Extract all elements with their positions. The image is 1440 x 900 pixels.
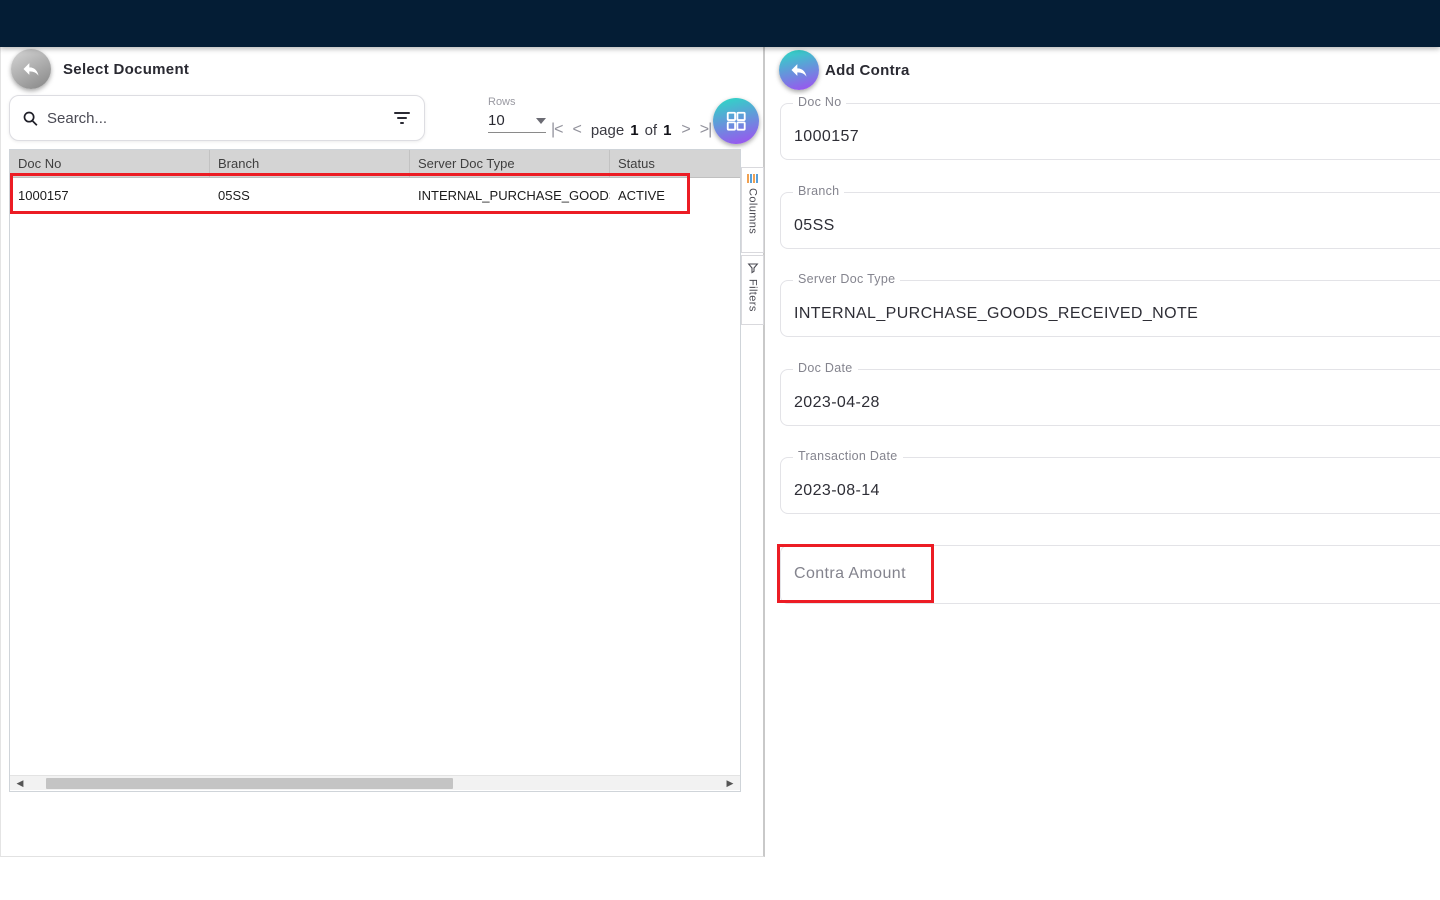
header-branch[interactable]: Branch [210,150,410,177]
tab-columns[interactable]: Columns [741,167,764,253]
back-arrow-icon [789,60,809,80]
branch-label: Branch [793,184,845,198]
header-status[interactable]: Status [610,150,740,177]
rows-label: Rows [488,96,516,108]
grid-menu-icon [725,110,747,132]
pagination: |< < page 1 of 1 > >| [551,115,712,145]
page-indicator: page 1 of 1 [591,122,672,139]
search-icon [22,110,39,127]
contra-amount-label: Contra Amount [794,565,906,582]
contra-amount-field[interactable]: Contra Amount [780,545,1440,604]
branch-value: 05SS [794,217,835,234]
grid-view-button[interactable] [713,98,759,144]
cell-doc-no: 1000157 [18,188,69,203]
cell-branch: 05SS [218,188,250,203]
columns-icon [747,174,758,183]
scroll-left-icon[interactable]: ◀ [12,776,28,791]
doc-date-value: 2023-04-28 [794,394,880,411]
select-document-panel: Select Document Rows 10 |< < page 1 of 1… [0,47,765,857]
doc-no-label: Doc No [793,95,847,109]
add-contra-panel: Add Contra Doc No 1000157 Branch 05SS Se… [767,47,1440,900]
filter-icon[interactable] [394,112,410,124]
table-row[interactable]: 1000157 05SS INTERNAL_PURCHASE_GOODS... … [10,178,740,214]
documents-table: Doc No Branch Server Doc Type Status 100… [9,149,741,792]
filter-funnel-icon [747,262,759,274]
chevron-down-icon [536,117,546,124]
page-word: page [590,121,625,139]
rows-value: 10 [488,112,505,129]
cell-server-doc-type: INTERNAL_PURCHASE_GOODS... [418,188,610,203]
last-page-icon[interactable]: >| [700,121,712,139]
cell-status: ACTIVE [618,188,665,203]
tab-columns-label: Columns [746,188,759,235]
doc-date-label: Doc Date [793,361,858,375]
branch-field[interactable]: Branch 05SS [780,184,1440,249]
transaction-date-field[interactable]: Transaction Date 2023-08-14 [780,449,1440,514]
current-page: 1 [630,121,639,139]
doc-no-field[interactable]: Doc No 1000157 [780,95,1440,160]
doc-date-field[interactable]: Doc Date 2023-04-28 [780,361,1440,426]
server-doc-type-label: Server Doc Type [793,272,901,286]
tab-filters-label: Filters [746,279,759,312]
total-pages: 1 [663,121,672,139]
rows-per-page-select[interactable]: Rows 10 [488,96,546,133]
server-doc-type-field[interactable]: Server Doc Type INTERNAL_PURCHASE_GOODS_… [780,272,1440,337]
prev-page-icon[interactable]: < [573,121,582,139]
header-server-doc-type[interactable]: Server Doc Type [410,150,610,177]
scrollbar-thumb[interactable] [46,778,453,789]
panel-title: Select Document [63,61,190,78]
panel-title-contra: Add Contra [825,62,910,79]
header-doc-no[interactable]: Doc No [10,150,210,177]
tab-filters[interactable]: Filters [741,255,764,325]
scroll-right-icon[interactable]: ▶ [722,776,738,791]
transaction-date-value: 2023-08-14 [794,482,880,499]
doc-no-value: 1000157 [794,128,860,145]
table-header: Doc No Branch Server Doc Type Status [10,150,740,178]
back-arrow-icon [21,59,41,79]
search-input[interactable] [47,109,394,127]
horizontal-scrollbar[interactable]: ◀ ▶ [10,775,740,790]
search-box [9,95,425,141]
next-page-icon[interactable]: > [681,121,690,139]
of-word: of [644,121,658,139]
back-button-contra[interactable] [779,50,819,90]
first-page-icon[interactable]: |< [551,121,563,139]
transaction-date-label: Transaction Date [793,449,903,463]
server-doc-type-value: INTERNAL_PURCHASE_GOODS_RECEIVED_NOTE [794,305,1199,322]
back-button[interactable] [11,49,51,89]
top-navigation-bar [0,0,1440,47]
